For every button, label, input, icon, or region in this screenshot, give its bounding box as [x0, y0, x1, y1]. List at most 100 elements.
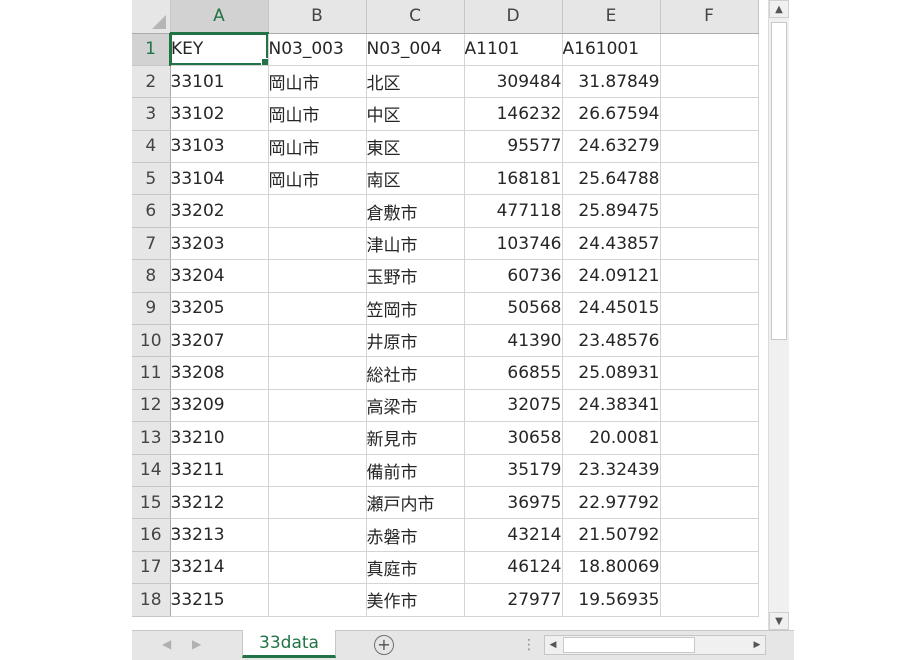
- column-header-d[interactable]: D: [464, 0, 563, 34]
- cell-e[interactable]: 25.64788: [562, 162, 661, 196]
- next-sheet-arrow-icon[interactable]: ▶: [192, 637, 201, 651]
- cell-b[interactable]: [268, 518, 367, 552]
- cell-a[interactable]: 33204: [170, 259, 269, 293]
- column-header-b[interactable]: B: [268, 0, 367, 34]
- cell-f[interactable]: [660, 97, 759, 131]
- cell-a[interactable]: 33207: [170, 324, 269, 358]
- cell-c[interactable]: 南区: [366, 162, 465, 196]
- cell-f[interactable]: [660, 162, 759, 196]
- row-header[interactable]: 17: [132, 551, 171, 585]
- horizontal-scroll-thumb[interactable]: [563, 637, 695, 653]
- cell-d[interactable]: 60736: [464, 259, 563, 293]
- row-header[interactable]: 16: [132, 518, 171, 552]
- row-header[interactable]: 3: [132, 97, 171, 131]
- sheet-tab-33data[interactable]: 33data: [242, 630, 336, 658]
- row-header[interactable]: 13: [132, 421, 171, 455]
- cell-c[interactable]: 津山市: [366, 227, 465, 261]
- column-header-a[interactable]: A: [170, 0, 269, 34]
- cell-d[interactable]: A1101: [464, 33, 563, 66]
- cell-c[interactable]: 瀬戸内市: [366, 486, 465, 520]
- cell-c[interactable]: 高梁市: [366, 389, 465, 423]
- cell-a[interactable]: 33215: [170, 583, 269, 617]
- cell-b[interactable]: [268, 389, 367, 423]
- cell-b[interactable]: 岡山市: [268, 97, 367, 131]
- cell-d[interactable]: 50568: [464, 292, 563, 326]
- cell-a[interactable]: 33205: [170, 292, 269, 326]
- prev-sheet-arrow-icon[interactable]: ◀: [162, 637, 171, 651]
- cell-e[interactable]: 25.08931: [562, 356, 661, 390]
- cell-d[interactable]: 43214: [464, 518, 563, 552]
- cell-a[interactable]: 33209: [170, 389, 269, 423]
- cell-a[interactable]: 33208: [170, 356, 269, 390]
- cell-e[interactable]: 23.32439: [562, 454, 661, 487]
- cell-f[interactable]: [660, 292, 759, 326]
- cell-e[interactable]: 23.48576: [562, 324, 661, 358]
- cell-e[interactable]: 24.09121: [562, 259, 661, 293]
- cell-b[interactable]: 岡山市: [268, 65, 367, 99]
- row-header[interactable]: 12: [132, 389, 171, 423]
- row-header[interactable]: 4: [132, 130, 171, 164]
- cell-c[interactable]: 備前市: [366, 454, 465, 487]
- row-header[interactable]: 14: [132, 454, 171, 487]
- row-header[interactable]: 9: [132, 292, 171, 326]
- cell-e[interactable]: 21.50792: [562, 518, 661, 552]
- cell-f[interactable]: [660, 324, 759, 358]
- cell-c[interactable]: N03_004: [366, 33, 465, 66]
- cell-a[interactable]: 33202: [170, 194, 269, 228]
- cell-d[interactable]: 46124: [464, 551, 563, 585]
- cell-c[interactable]: 東区: [366, 130, 465, 164]
- tab-split-handle-icon[interactable]: ⋮: [522, 637, 536, 653]
- cell-f[interactable]: [660, 583, 759, 617]
- vertical-scroll-thumb[interactable]: [771, 22, 787, 340]
- cell-e[interactable]: 25.89475: [562, 194, 661, 228]
- row-header[interactable]: 7: [132, 227, 171, 261]
- cell-c[interactable]: 玉野市: [366, 259, 465, 293]
- cell-f[interactable]: [660, 259, 759, 293]
- cell-d[interactable]: 168181: [464, 162, 563, 196]
- row-header[interactable]: 8: [132, 259, 171, 293]
- cell-f[interactable]: [660, 486, 759, 520]
- cell-b[interactable]: [268, 356, 367, 390]
- cell-d[interactable]: 30658: [464, 421, 563, 455]
- cell-e[interactable]: 24.63279: [562, 130, 661, 164]
- cell-f[interactable]: [660, 130, 759, 164]
- cell-b[interactable]: [268, 227, 367, 261]
- cell-b[interactable]: [268, 486, 367, 520]
- select-all-button[interactable]: [132, 0, 171, 34]
- cell-f[interactable]: [660, 551, 759, 585]
- cell-e[interactable]: 20.0081: [562, 421, 661, 455]
- cell-d[interactable]: 477118: [464, 194, 563, 228]
- row-header[interactable]: 1: [132, 33, 171, 66]
- row-header[interactable]: 15: [132, 486, 171, 520]
- vertical-scrollbar[interactable]: ▲ ▼: [768, 0, 789, 630]
- cell-e[interactable]: 24.45015: [562, 292, 661, 326]
- cell-a[interactable]: 33104: [170, 162, 269, 196]
- cell-b[interactable]: [268, 292, 367, 326]
- cell-c[interactable]: 北区: [366, 65, 465, 99]
- cell-e[interactable]: 19.56935: [562, 583, 661, 617]
- cell-b[interactable]: 岡山市: [268, 162, 367, 196]
- row-header[interactable]: 2: [132, 65, 171, 99]
- row-header[interactable]: 5: [132, 162, 171, 196]
- cell-f[interactable]: [660, 65, 759, 99]
- cell-c[interactable]: 倉敷市: [366, 194, 465, 228]
- column-header-e[interactable]: E: [562, 0, 661, 34]
- cell-d[interactable]: 95577: [464, 130, 563, 164]
- cell-b[interactable]: [268, 551, 367, 585]
- plus-circle-icon[interactable]: +: [374, 635, 394, 655]
- cell-a[interactable]: 33103: [170, 130, 269, 164]
- cell-b[interactable]: 岡山市: [268, 130, 367, 164]
- cell-c[interactable]: 美作市: [366, 583, 465, 617]
- row-header[interactable]: 11: [132, 356, 171, 390]
- cell-d[interactable]: 27977: [464, 583, 563, 617]
- cell-b[interactable]: [268, 194, 367, 228]
- cell-c[interactable]: 中区: [366, 97, 465, 131]
- column-header-c[interactable]: C: [366, 0, 465, 34]
- scroll-up-icon[interactable]: ▲: [769, 0, 789, 18]
- cell-c[interactable]: 総社市: [366, 356, 465, 390]
- scroll-right-icon[interactable]: ▶: [749, 636, 765, 654]
- cell-f[interactable]: [660, 356, 759, 390]
- cell-d[interactable]: 41390: [464, 324, 563, 358]
- cell-d[interactable]: 36975: [464, 486, 563, 520]
- cell-f[interactable]: [660, 389, 759, 423]
